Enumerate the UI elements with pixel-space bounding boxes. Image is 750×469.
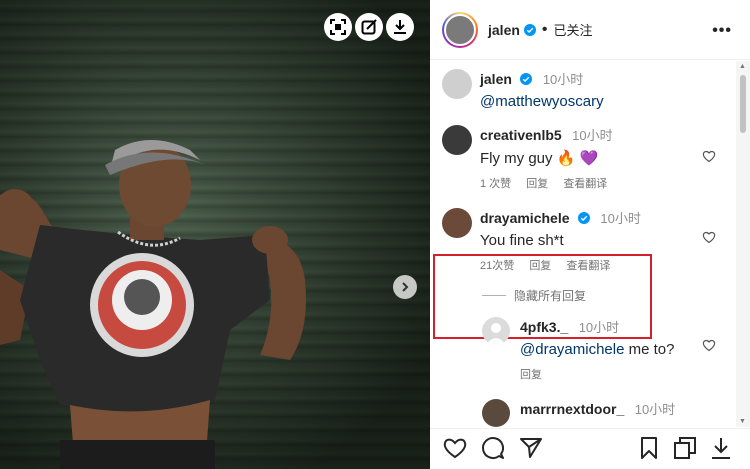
like-heart-icon[interactable] [442,435,468,461]
download-icon [394,20,406,34]
comment-row: creativenlb5 10小时 Fly my guy 🔥 💜 1 次赞 回复… [442,125,619,191]
author-avatar[interactable] [442,11,478,48]
post-header: jalen • 已关注 ••• [430,0,750,60]
caption-row: jalen 10小时 @matthewyoscary [442,69,604,110]
more-options-button[interactable]: ••• [712,22,732,40]
reply-time: 10小时 [578,320,620,335]
copy-icon[interactable] [672,435,698,461]
like-heart-icon[interactable] [702,338,716,352]
like-heart-icon[interactable] [702,149,716,163]
comment-time: 10小时 [572,128,613,143]
post-action-bar [430,428,750,469]
fullscreen-button[interactable] [324,13,352,41]
caption-username[interactable]: jalen [480,71,512,87]
edit-external-icon [361,19,377,35]
scroll-down-icon[interactable]: ▼ [739,418,746,425]
reply-text: me to? [624,341,675,358]
open-external-button[interactable] [355,13,383,41]
comments-panel: jalen • 已关注 ••• jalen 10小时 @matthewyosca… [430,0,750,469]
reply-username[interactable]: 4pfk3._ [520,319,568,335]
scroll-up-icon[interactable]: ▲ [739,63,746,70]
reply-row: marrrnextdoor_ 10小时 [482,399,675,427]
caption-mention-link[interactable]: @matthewyoscary [480,93,604,110]
caption-time: 10小时 [542,72,584,87]
post-photo[interactable] [0,0,430,469]
translate-button[interactable]: 查看翻译 [566,260,610,272]
reply-button[interactable]: 回复 [526,178,548,190]
likes-count[interactable]: 21次赞 [480,260,514,272]
scrollbar-thumb[interactable] [740,75,746,133]
comment-username[interactable]: drayamichele [480,210,570,226]
default-user-icon [486,323,506,345]
like-heart-icon[interactable] [702,230,716,244]
likes-count[interactable]: 1 次赞 [480,178,511,190]
hide-replies-label: 隐藏所有回复 [514,289,587,303]
hide-replies-button[interactable]: 隐藏所有回复 [482,287,586,304]
carousel-next-button[interactable] [393,275,417,299]
comment-list: jalen 10小时 @matthewyoscary creativenlb5 … [430,61,736,427]
comment-icon[interactable] [480,435,506,461]
comment-text: You fine sh*t [480,232,564,249]
chevron-right-icon [402,282,409,292]
fullscreen-icon [330,19,346,35]
save-bookmark-icon[interactable] [636,435,662,461]
reply-time: 10小时 [634,402,676,417]
verified-badge-icon [523,23,536,36]
author-username[interactable]: jalen [488,22,520,38]
share-send-icon[interactable] [518,435,544,461]
verified-badge-icon [520,73,533,85]
reply-row: 4pfk3._ 10小时 @drayamichele me to? 回复 [482,317,674,382]
verified-badge-icon [577,212,590,224]
reply-button[interactable]: 回复 [520,369,542,381]
reply-mention-link[interactable]: @drayamichele [520,341,624,358]
caption-avatar[interactable] [442,69,472,99]
commenter-avatar[interactable] [482,399,510,427]
comments-scrollbar[interactable]: ▲ ▼ [736,61,750,427]
download-button[interactable] [386,13,414,41]
commenter-avatar[interactable] [442,125,472,155]
translate-button[interactable]: 查看翻译 [563,178,607,190]
comment-text: Fly my guy 🔥 💜 [480,150,599,167]
dot-separator: • [541,20,548,38]
person-illustration [0,140,306,469]
divider-line [482,295,506,296]
comment-time: 10小时 [600,211,641,226]
reply-button[interactable]: 回复 [529,260,551,272]
follow-status[interactable]: 已关注 [554,20,593,39]
comment-row: drayamichele 10小时 You fine sh*t 21次赞 回复 … [442,208,641,273]
commenter-avatar[interactable] [442,208,472,238]
default-avatar[interactable] [482,317,510,345]
reply-username[interactable]: marrrnextdoor_ [520,401,624,417]
comment-username[interactable]: creativenlb5 [480,127,562,143]
download-icon[interactable] [708,435,734,461]
